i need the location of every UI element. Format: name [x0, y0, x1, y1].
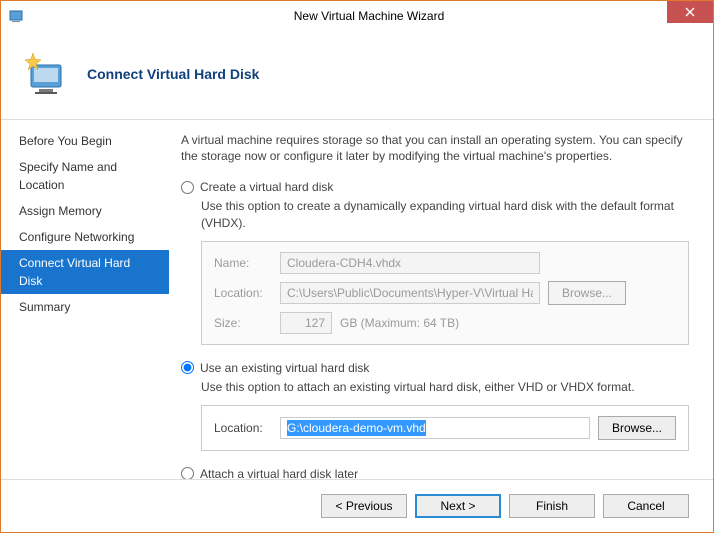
name-input — [280, 252, 540, 274]
cancel-button[interactable]: Cancel — [603, 494, 689, 518]
step-assign-memory[interactable]: Assign Memory — [1, 198, 169, 224]
intro-text: A virtual machine requires storage so th… — [181, 132, 689, 164]
wizard-icon — [21, 49, 71, 99]
create-browse-button: Browse... — [548, 281, 626, 305]
wizard-content: A virtual machine requires storage so th… — [169, 120, 713, 490]
size-suffix: GB (Maximum: 64 TB) — [340, 316, 459, 330]
create-location-input — [280, 282, 540, 304]
radio-create-disk[interactable] — [181, 181, 194, 194]
finish-button[interactable]: Finish — [509, 494, 595, 518]
create-fields: Name: Location: Browse... Size: GB (Maxi… — [201, 241, 689, 345]
next-button[interactable]: Next > — [415, 494, 501, 518]
step-summary[interactable]: Summary — [1, 294, 169, 320]
titlebar: New Virtual Machine Wizard — [1, 1, 713, 31]
radio-create-label: Create a virtual hard disk — [200, 180, 333, 194]
size-label: Size: — [214, 316, 272, 330]
previous-button[interactable]: < Previous — [321, 494, 407, 518]
create-desc: Use this option to create a dynamically … — [201, 198, 689, 230]
step-configure-networking[interactable]: Configure Networking — [1, 224, 169, 250]
name-label: Name: — [214, 256, 272, 270]
existing-location-label: Location: — [214, 421, 272, 435]
close-button[interactable] — [667, 1, 713, 23]
step-specify-name[interactable]: Specify Name and Location — [1, 154, 169, 198]
window-title: New Virtual Machine Wizard — [25, 9, 713, 23]
wizard-steps: Before You Begin Specify Name and Locati… — [1, 120, 169, 490]
create-location-label: Location: — [214, 286, 272, 300]
radio-existing-disk[interactable] — [181, 361, 194, 374]
step-before-you-begin[interactable]: Before You Begin — [1, 128, 169, 154]
existing-fields: Location: G:\cloudera-demo-vm.vhd Browse… — [201, 405, 689, 451]
step-connect-disk[interactable]: Connect Virtual Hard Disk — [1, 250, 169, 294]
wizard-header: Connect Virtual Hard Disk — [1, 31, 713, 120]
existing-browse-button[interactable]: Browse... — [598, 416, 676, 440]
existing-desc: Use this option to attach an existing vi… — [201, 379, 689, 395]
size-input — [280, 312, 332, 334]
app-icon — [9, 8, 25, 24]
radio-existing-label: Use an existing virtual hard disk — [200, 361, 369, 375]
wizard-footer: < Previous Next > Finish Cancel — [1, 479, 713, 532]
page-title: Connect Virtual Hard Disk — [87, 66, 259, 82]
existing-location-input[interactable]: G:\cloudera-demo-vm.vhd — [280, 417, 590, 439]
